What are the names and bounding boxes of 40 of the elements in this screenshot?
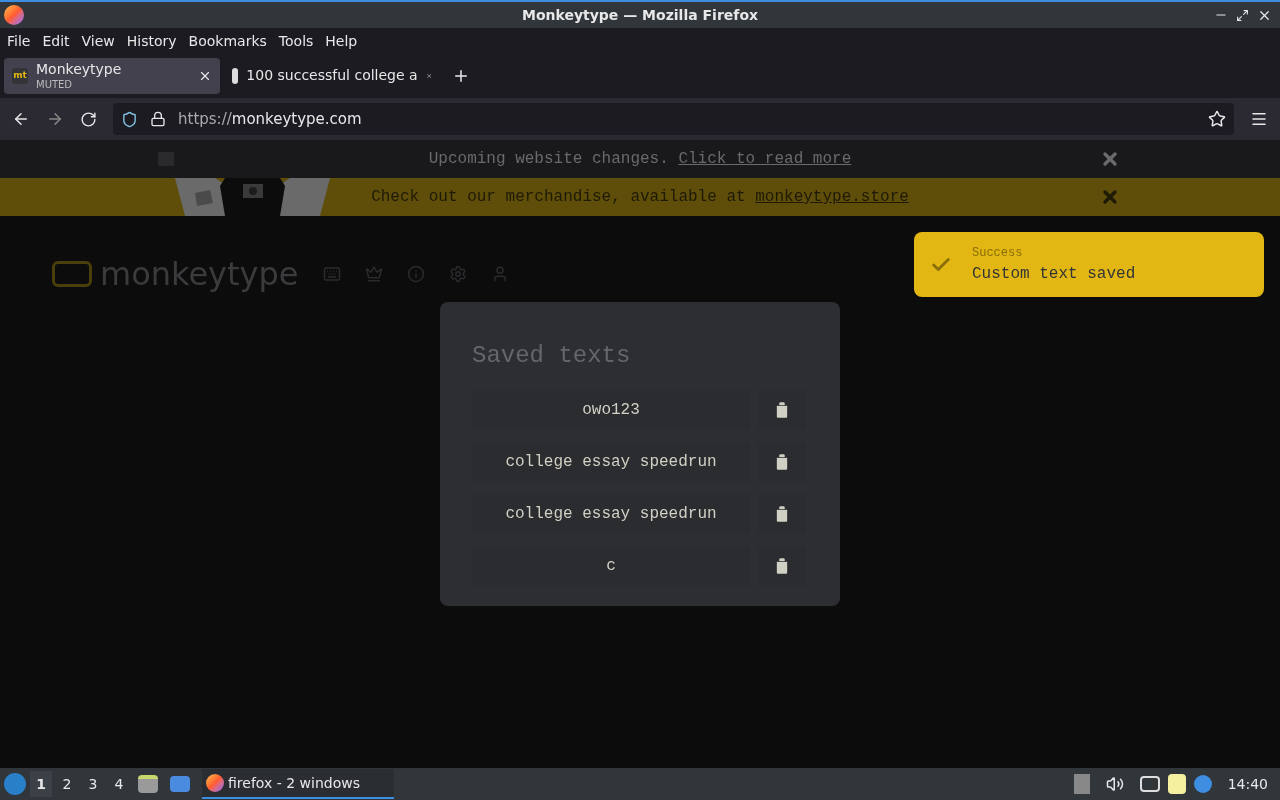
tab-title: 100 successful college a	[246, 67, 418, 85]
workspace-button[interactable]: 2	[56, 771, 78, 797]
banner-text: Upcoming website changes. Click to read more	[428, 149, 852, 170]
tab-title: Monkeytype	[36, 61, 123, 79]
back-icon[interactable]	[12, 110, 30, 128]
notification-title: Success	[972, 244, 1024, 262]
workspace-button[interactable]: 4	[108, 771, 130, 797]
workspace-button[interactable]: 1	[30, 771, 52, 797]
maximize-icon[interactable]	[1236, 8, 1249, 22]
notification-message: Custom text saved	[972, 263, 1136, 285]
banner-text: Check out our merchandise, available at monkeytype.store	[371, 187, 909, 208]
close-banner-icon[interactable]	[1100, 149, 1120, 169]
clock: 14:40	[1227, 774, 1268, 794]
forward-icon[interactable]	[46, 110, 64, 128]
menu-item[interactable]: Tools	[273, 30, 319, 52]
close-tab-icon[interactable]	[198, 69, 212, 83]
menu-item[interactable]: Help	[320, 30, 363, 52]
reload-icon[interactable]	[80, 110, 97, 128]
volume-icon[interactable]	[1105, 775, 1124, 793]
window-title: Monkeytype — Mozilla Firefox	[521, 5, 759, 25]
menu-item[interactable]: Bookmarks	[183, 30, 272, 52]
browser-tab[interactable]: mt Monkeytype MUTED	[4, 58, 220, 94]
browser-tab[interactable]: 100 successful college a	[224, 58, 440, 94]
workspace-button[interactable]: 3	[82, 771, 104, 797]
task-label: firefox - 2 windows	[228, 773, 360, 793]
favicon-icon: mt	[12, 68, 28, 84]
menu-item[interactable]: Edit	[37, 30, 75, 52]
menu-icon[interactable]	[1250, 110, 1268, 128]
shield-icon	[121, 110, 138, 128]
url-text: https://monkeytype.com	[178, 108, 362, 130]
address-bar[interactable]: https://monkeytype.com	[113, 103, 1234, 135]
bookmark-star-icon[interactable]	[1208, 110, 1226, 128]
tab-subtitle: MUTED	[36, 78, 74, 91]
dialog-title: Saved texts	[472, 341, 632, 371]
lock-icon	[150, 111, 166, 127]
new-tab-icon[interactable]	[452, 67, 470, 85]
menu-item[interactable]: File	[2, 30, 36, 52]
menu-item[interactable]: View	[76, 30, 120, 52]
menu-item[interactable]: History	[121, 30, 182, 52]
taskbar-task[interactable]: firefox - 2 windows	[202, 769, 394, 799]
